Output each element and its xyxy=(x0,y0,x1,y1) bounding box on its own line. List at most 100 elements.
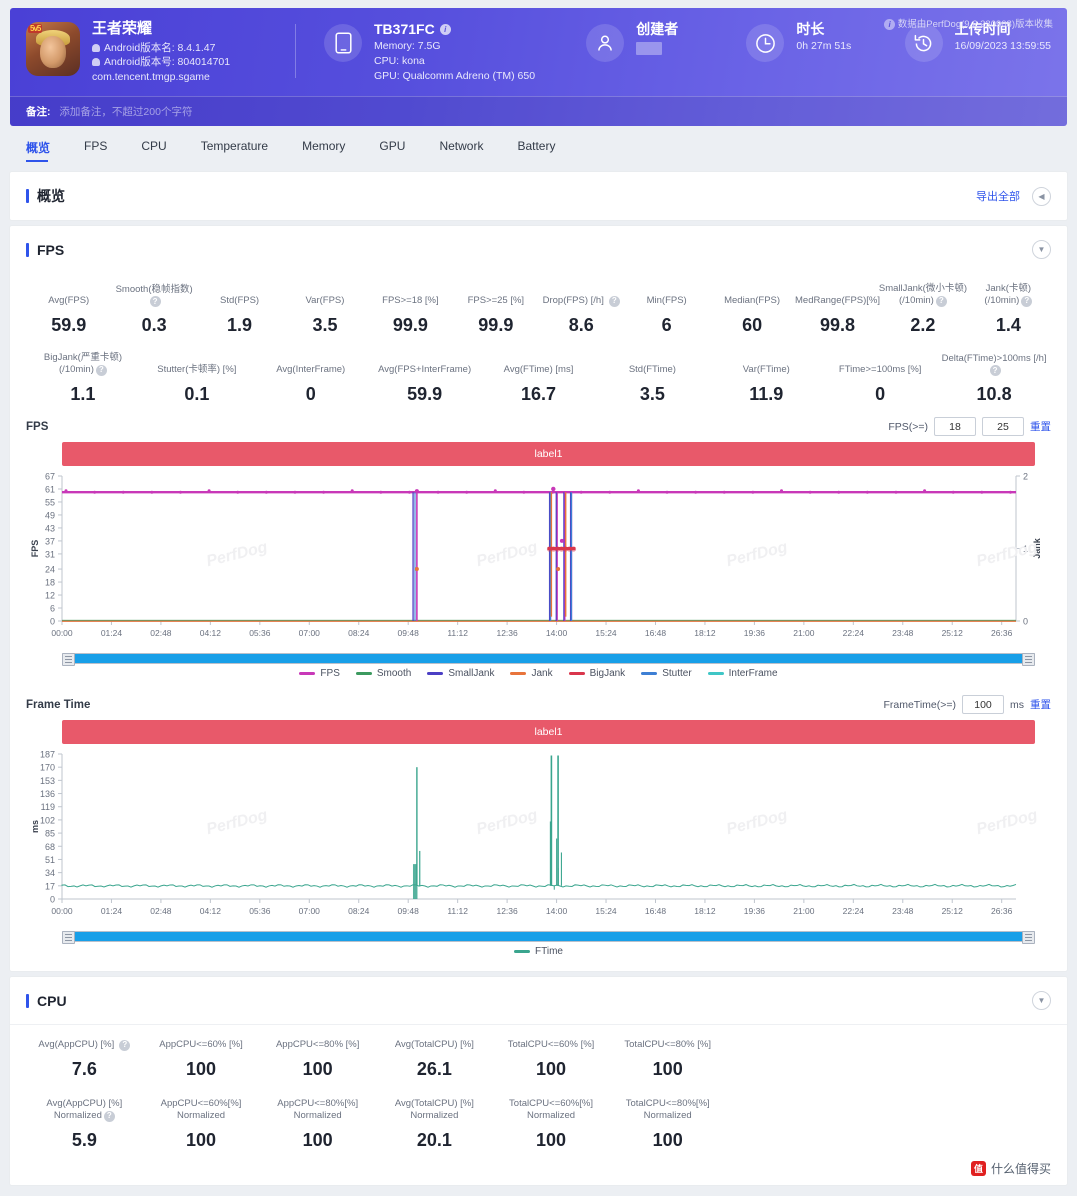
metric-value: 0.1 xyxy=(184,384,210,404)
metric-label: Std(FPS) xyxy=(220,295,260,306)
cpu-section-title: CPU xyxy=(26,993,67,1009)
device-gpu: GPU: Qualcomm Adreno (TM) 650 xyxy=(374,70,536,82)
frametime-reset-link[interactable]: 重置 xyxy=(1030,697,1051,712)
export-all-link[interactable]: 导出全部 xyxy=(976,188,1020,204)
scrollbar-right-grip[interactable] xyxy=(1022,653,1035,666)
fps-metric: Min(FPS) 6 xyxy=(624,295,709,336)
help-icon[interactable]: ? xyxy=(119,1039,131,1051)
metric-label: SmallJank(微小卡顿) (/10min)? xyxy=(878,283,968,307)
remark-placeholder[interactable]: 添加备注，不超过200个字符 xyxy=(59,106,192,118)
scrollbar-right-grip[interactable] xyxy=(1022,931,1035,944)
metric-value: 6 xyxy=(661,315,672,335)
app-android-version-code: Android版本号: 804014701 xyxy=(92,55,230,69)
svg-text:19:36: 19:36 xyxy=(744,906,766,916)
legend-item[interactable]: FTime xyxy=(514,946,563,957)
fps-plot[interactable]: PerfDog PerfDog PerfDog PerfDog 0 6 12 18 24… xyxy=(26,466,1051,651)
fps-series-label-bar[interactable]: label1 xyxy=(62,442,1035,466)
help-icon[interactable]: ? xyxy=(149,296,161,307)
legend-item[interactable]: InterFrame xyxy=(707,668,778,679)
svg-text:12:36: 12:36 xyxy=(496,906,518,916)
help-icon[interactable]: ? xyxy=(989,365,1001,376)
tab-GPU[interactable]: GPU xyxy=(379,135,421,166)
phone-icon xyxy=(324,24,362,62)
svg-text:19:36: 19:36 xyxy=(744,628,766,638)
frametime-series-label-bar[interactable]: label1 xyxy=(62,720,1035,744)
svg-text:07:00: 07:00 xyxy=(299,628,321,638)
fps-collapse-button[interactable]: ▼ xyxy=(1032,240,1051,259)
app-info-block: 5v5 王者荣耀 Android版本名: 8.4.1.47 Android版本号… xyxy=(26,20,295,85)
fps-threshold-high-input[interactable] xyxy=(982,417,1024,436)
metric-label: Jank(卡顿) (/10min)? xyxy=(984,283,1033,307)
tab-Network[interactable]: Network xyxy=(439,135,499,166)
help-icon[interactable]: ? xyxy=(935,295,947,307)
main-tabs[interactable]: 概览 FPS CPU Temperature Memory GPU Network Batte… xyxy=(10,126,1067,166)
tab-Temperature[interactable]: Temperature xyxy=(201,135,284,166)
frametime-chart-legend[interactable]: FTime xyxy=(26,946,1051,957)
info-icon[interactable]: i xyxy=(439,24,451,35)
svg-text:22:24: 22:24 xyxy=(843,906,865,916)
svg-text:67: 67 xyxy=(45,472,55,482)
metric-label: FPS>=18 [%] xyxy=(382,295,439,306)
fps-chart-scrollbar[interactable] xyxy=(62,653,1035,666)
metric-value: 60 xyxy=(742,315,763,335)
fps-reset-link[interactable]: 重置 xyxy=(1030,419,1051,434)
duration-value: 0h 27m 51s xyxy=(796,40,852,52)
clock-icon xyxy=(746,24,785,62)
help-icon[interactable]: ? xyxy=(608,295,620,307)
device-info-block: TB371FC i Memory: 7.5G CPU: kona GPU: Qu… xyxy=(324,20,576,84)
svg-text:43: 43 xyxy=(45,523,55,533)
svg-text:23:48: 23:48 xyxy=(892,628,914,638)
help-icon[interactable]: ? xyxy=(103,1110,115,1122)
cpu-collapse-button[interactable]: ▼ xyxy=(1032,991,1051,1010)
svg-text:15:24: 15:24 xyxy=(595,628,617,638)
metric-label: BigJank(严重卡顿) (/10min)? xyxy=(43,352,122,376)
legend-label: FTime xyxy=(535,946,563,957)
svg-text:6: 6 xyxy=(50,604,55,614)
legend-item[interactable]: Smooth xyxy=(355,668,411,679)
legend-item[interactable]: Stutter xyxy=(641,668,692,679)
remark-row[interactable]: 备注: 添加备注，不超过200个字符 xyxy=(10,96,1067,126)
frametime-plot[interactable]: PerfDog PerfDog PerfDog PerfDog 0 17 34 51 6… xyxy=(26,744,1051,929)
fps-threshold-low-input[interactable] xyxy=(934,417,976,436)
help-icon[interactable]: ? xyxy=(95,364,107,376)
svg-text:02:48: 02:48 xyxy=(150,628,172,638)
frametime-chart-title: Frame Time xyxy=(26,698,91,711)
svg-text:21:00: 21:00 xyxy=(793,906,815,916)
metric-label: TotalCPU<=60% [%] xyxy=(507,1039,595,1050)
tab-概览[interactable]: 概览 xyxy=(26,135,66,166)
metric-value: 11.9 xyxy=(749,384,784,404)
metric-value: 2.2 xyxy=(910,315,936,335)
tab-Memory[interactable]: Memory xyxy=(302,135,361,166)
tab-CPU[interactable]: CPU xyxy=(141,135,182,166)
fps-metric: Var(FPS) 3.5 xyxy=(282,295,367,336)
metric-label: Var(FTime) xyxy=(742,364,790,375)
scrollbar-left-grip[interactable] xyxy=(62,653,75,666)
tab-FPS[interactable]: FPS xyxy=(84,135,123,166)
cpu-metric: TotalCPU<=60%[%] Normalized 100 xyxy=(493,1098,610,1151)
legend-item[interactable]: SmallJank xyxy=(427,668,494,679)
fps-metric: MedRange(FPS)[%] 99.8 xyxy=(795,295,880,336)
cpu-metric: Avg(TotalCPU) [%] Normalized 20.1 xyxy=(376,1098,493,1151)
fps-section-title: FPS xyxy=(26,242,64,258)
legend-item[interactable]: BigJank xyxy=(568,668,625,679)
metric-value: 26.1 xyxy=(416,1059,452,1079)
frametime-chart-scrollbar[interactable] xyxy=(62,931,1035,944)
metric-value: 1.1 xyxy=(70,384,96,404)
legend-label: SmallJank xyxy=(448,668,495,679)
cpu-metric: AppCPU<=80%[%] Normalized 100 xyxy=(259,1098,376,1151)
tab-Battery[interactable]: Battery xyxy=(517,135,571,166)
cpu-metric: Avg(TotalCPU) [%] 26.1 xyxy=(376,1039,493,1080)
scrollbar-left-grip[interactable] xyxy=(62,931,75,944)
report-header: i 数据由PerfDog(9.2.230908)版本收集 5v5 王者荣耀 An… xyxy=(10,8,1067,126)
legend-item[interactable]: Jank xyxy=(510,668,553,679)
frametime-threshold-input[interactable] xyxy=(962,695,1004,714)
frametime-unit: ms xyxy=(1010,698,1024,711)
metric-value: 8.6 xyxy=(568,315,594,335)
svg-text:08:24: 08:24 xyxy=(348,628,370,638)
help-icon[interactable]: ? xyxy=(1021,295,1033,307)
svg-text:16:48: 16:48 xyxy=(645,906,667,916)
collapse-left-button[interactable]: ◀ xyxy=(1032,186,1051,206)
legend-item[interactable]: FPS xyxy=(299,668,340,679)
fps-chart-legend[interactable]: FPS Smooth SmallJank Jank BigJank Stutter Inte… xyxy=(26,668,1051,679)
svg-text:37: 37 xyxy=(45,536,55,546)
